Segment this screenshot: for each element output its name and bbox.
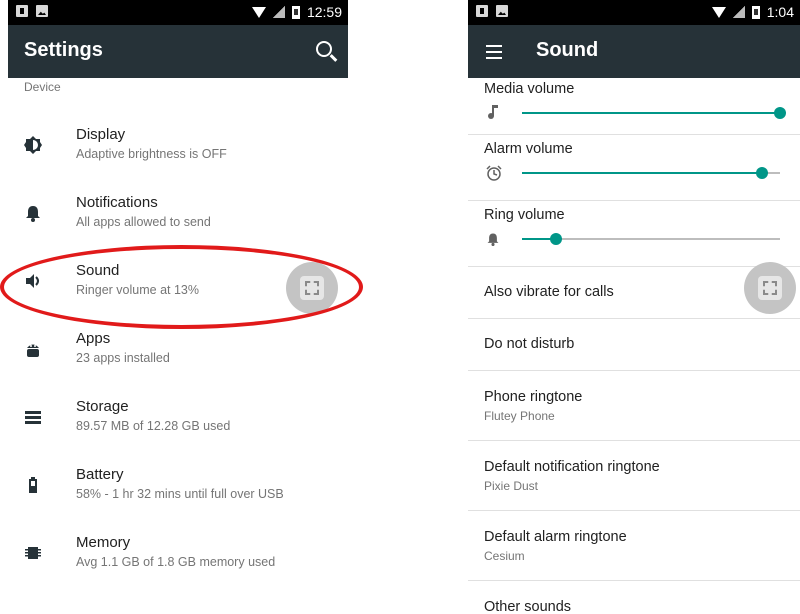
wifi-icon — [711, 6, 726, 18]
row-title: Do not disturb — [484, 336, 575, 352]
sound-screen: 1:04 Sound Media volume Alarm volume Rin… — [468, 0, 800, 614]
settings-item-display[interactable]: Display Adaptive brightness is OFF — [8, 114, 348, 182]
bell-icon — [486, 231, 500, 246]
item-subtitle: 58% - 1 hr 32 mins until full over USB — [76, 487, 284, 501]
memory-icon — [24, 544, 42, 562]
setting-other-sounds[interactable]: Other sounds — [468, 581, 800, 614]
item-title: Apps — [76, 330, 111, 347]
settings-item-memory[interactable]: Memory Avg 1.1 GB of 1.8 GB memory used — [8, 522, 348, 590]
volume-label: Media volume — [484, 81, 575, 97]
notification-image-icon — [496, 5, 508, 17]
category-header: Device — [24, 80, 61, 94]
app-bar: Settings — [8, 25, 348, 78]
item-subtitle: Adaptive brightness is OFF — [76, 147, 227, 161]
row-title: Default alarm ringtone — [484, 529, 627, 545]
menu-icon[interactable] — [486, 45, 502, 47]
app-bar: Sound — [468, 25, 800, 78]
item-subtitle: Avg 1.1 GB of 1.8 GB memory used — [76, 555, 276, 569]
highlight-ellipse — [0, 245, 363, 329]
notification-image-icon — [36, 5, 48, 17]
page-title: Settings — [24, 39, 103, 61]
status-time: 1:04 — [766, 4, 794, 20]
item-title: Memory — [76, 534, 131, 551]
notification-lock-icon — [476, 5, 488, 17]
status-time: 12:59 — [306, 4, 342, 20]
brightness-icon — [24, 136, 42, 154]
screenshot-icon — [758, 276, 782, 300]
slider-fill — [522, 172, 762, 174]
android-icon — [24, 340, 42, 358]
volume-label: Alarm volume — [484, 141, 573, 157]
page-title: Sound — [536, 39, 599, 61]
item-title: Notifications — [76, 194, 158, 211]
ring-volume-setting: Ring volume — [468, 201, 800, 267]
row-title: Phone ringtone — [484, 389, 583, 405]
no-signal-icon — [732, 6, 745, 18]
settings-item-battery[interactable]: Battery 58% - 1 hr 32 mins until full ov… — [8, 454, 348, 522]
status-bar: 1:04 — [468, 0, 800, 25]
row-title: Other sounds — [484, 599, 572, 614]
slider-thumb[interactable] — [549, 233, 562, 245]
no-signal-icon — [272, 6, 285, 18]
music-note-icon — [486, 104, 500, 119]
row-title: Also vibrate for calls — [484, 284, 614, 300]
setting-do-not-disturb[interactable]: Do not disturb — [468, 319, 800, 371]
item-title: Battery — [76, 466, 124, 483]
settings-item-storage[interactable]: Storage 89.57 MB of 12.28 GB used — [8, 386, 348, 454]
battery-status-icon — [291, 5, 300, 19]
search-icon[interactable] — [316, 41, 332, 57]
screenshot-capture-button[interactable] — [744, 262, 796, 314]
row-subtitle: Flutey Phone — [484, 409, 555, 423]
slider-thumb[interactable] — [755, 167, 768, 179]
item-subtitle: 89.57 MB of 12.28 GB used — [76, 419, 231, 433]
settings-item-notifications[interactable]: Notifications All apps allowed to send — [8, 182, 348, 250]
media-volume-slider[interactable] — [522, 107, 786, 119]
status-bar: 12:59 — [8, 0, 348, 25]
alarm-volume-slider[interactable] — [522, 167, 780, 179]
setting-default-notification-ringtone[interactable]: Default notification ringtone Pixie Dust — [468, 441, 800, 511]
row-title: Default notification ringtone — [484, 459, 660, 475]
bell-icon — [24, 204, 42, 222]
slider-fill — [522, 112, 780, 114]
alarm-volume-setting: Alarm volume — [468, 135, 800, 201]
item-title: Storage — [76, 398, 129, 415]
item-subtitle: 23 apps installed — [76, 351, 170, 365]
notification-lock-icon — [16, 5, 28, 17]
ring-volume-slider[interactable] — [522, 233, 780, 245]
setting-default-alarm-ringtone[interactable]: Default alarm ringtone Cesium — [468, 511, 800, 581]
row-subtitle: Cesium — [484, 549, 525, 563]
battery-status-icon — [751, 5, 760, 19]
wifi-icon — [251, 6, 266, 18]
media-volume-setting: Media volume — [468, 78, 800, 135]
battery-icon — [24, 476, 42, 494]
volume-label: Ring volume — [484, 207, 565, 223]
row-subtitle: Pixie Dust — [484, 479, 539, 493]
slider-thumb[interactable] — [774, 107, 786, 119]
alarm-clock-icon — [486, 165, 502, 181]
item-title: Display — [76, 126, 126, 143]
item-subtitle: All apps allowed to send — [76, 215, 211, 229]
setting-phone-ringtone[interactable]: Phone ringtone Flutey Phone — [468, 371, 800, 441]
storage-icon — [24, 408, 42, 426]
